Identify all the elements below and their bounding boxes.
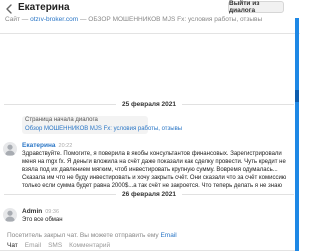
site-info: Сайт — otzıv-broker.com — ОБЗОР МОШЕННИК…: [5, 16, 262, 23]
sender-name: Екатерина: [22, 142, 56, 149]
date-separator: 25 февраля 2021: [4, 99, 294, 109]
start-page-label: Страница начала диалога: [25, 117, 98, 123]
chat-header: Екатерина Выйти из диалога Сайт — otzıv-…: [0, 0, 300, 34]
message-header: Екатерина 20:22: [22, 142, 72, 149]
date-label: 25 февраля 2021: [121, 100, 177, 108]
agent-message: Admin 09:36 Это все обман: [3, 208, 293, 226]
email-link[interactable]: Email: [160, 232, 176, 239]
chat-closed-notice: Посетитель закрыл чат. Вы можете отправи…: [7, 232, 177, 239]
message-time: 20:22: [58, 143, 73, 149]
visitor-message: Екатерина 20:22 Здравствуйте. Помогите, я…: [3, 142, 293, 190]
user-icon: [4, 210, 16, 222]
agent-avatar: [3, 208, 17, 222]
start-page-info: Страница начала диалога Обзор МОШЕННИКОВ…: [22, 116, 182, 134]
back-arrow-icon[interactable]: [2, 2, 16, 16]
scrollbar-thumb[interactable]: [295, 90, 299, 102]
site-link[interactable]: otzıv-broker.com: [30, 16, 78, 23]
start-page-link[interactable]: Обзор МОШЕННИКОВ MJS Fx: условия работы,…: [25, 125, 182, 133]
date-label: 26 февраля 2021: [121, 190, 177, 198]
message-text: Здравствуйте. Помогите, я поверила в яко…: [22, 151, 287, 189]
user-icon: [4, 144, 16, 156]
site-prefix: Сайт —: [5, 16, 31, 23]
notice-text: Посетитель закрыл чат. Вы можете отправи…: [7, 232, 161, 239]
exit-dialog-button[interactable]: Выйти из диалога: [228, 0, 284, 14]
chat-window: Екатерина Выйти из диалога Сайт — otzıv-…: [0, 0, 300, 251]
sender-name: Admin: [22, 208, 43, 215]
visitor-name: Екатерина: [18, 2, 70, 13]
visitor-avatar: [3, 142, 17, 156]
right-panel-bar: [295, 18, 299, 251]
date-separator: 26 февраля 2021: [4, 189, 294, 199]
message-text: Это все обман: [22, 217, 63, 223]
message-time: 09:36: [45, 209, 59, 215]
site-page-title: — ОБЗОР МОШЕННИКОВ MJS Fx: условия работ…: [78, 16, 263, 23]
message-header: Admin 09:36: [22, 208, 59, 215]
